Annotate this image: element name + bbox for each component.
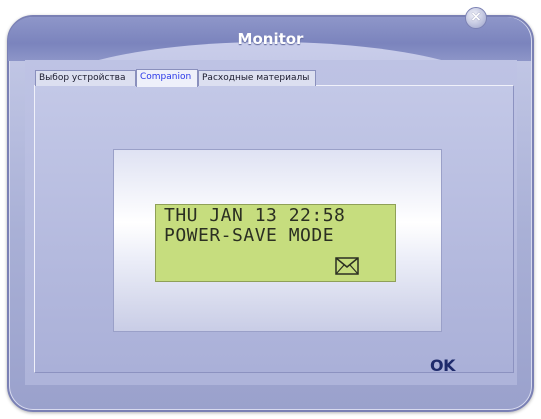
close-icon: × xyxy=(470,9,482,25)
lcd-display: THU JAN 13 22:58 POWER-SAVE MODE xyxy=(155,204,396,282)
lcd-line-1: THU JAN 13 22:58 xyxy=(164,205,346,226)
tab-device-selection[interactable]: Выбор устройства xyxy=(35,70,136,86)
lcd-line-2: POWER-SAVE MODE xyxy=(164,225,335,246)
tab-consumables[interactable]: Расходные материалы xyxy=(198,70,316,86)
tab-companion[interactable]: Companion xyxy=(136,69,198,87)
close-button[interactable]: × xyxy=(465,7,487,29)
ok-button[interactable]: OK xyxy=(430,356,456,375)
window-title: Monitor xyxy=(237,30,304,48)
envelope-icon xyxy=(335,257,359,275)
